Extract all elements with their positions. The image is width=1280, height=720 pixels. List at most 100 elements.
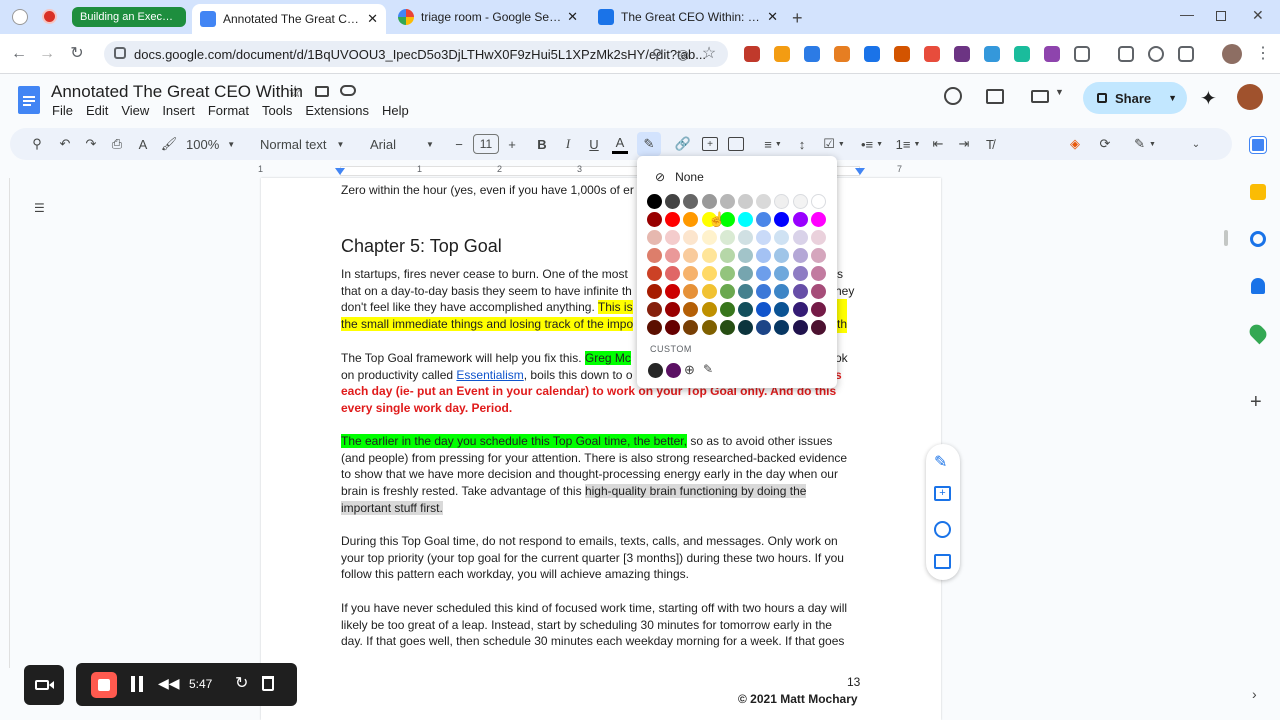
address-bar[interactable]: docs.google.com/document/d/1BqUVOOU3_Ipe…	[104, 41, 728, 67]
link-icon[interactable]	[1148, 46, 1164, 62]
contacts-icon[interactable]	[1251, 278, 1265, 294]
close-window-icon[interactable]: ✕	[1252, 7, 1264, 24]
right-indent-marker[interactable]	[855, 168, 865, 175]
color-swatch[interactable]	[738, 302, 753, 317]
insert-image-icon[interactable]	[728, 137, 744, 151]
color-swatch[interactable]	[719, 230, 735, 245]
decrease-indent-icon[interactable]: ⇤	[930, 134, 946, 154]
camera-toggle[interactable]	[24, 665, 64, 705]
font-select[interactable]: Arial ▼	[370, 134, 436, 154]
side-panel-icon[interactable]	[1178, 46, 1194, 62]
rewind-icon[interactable]: ◀◀	[158, 675, 180, 692]
menu-view[interactable]: View	[121, 103, 149, 118]
ai-assist-icon[interactable]: ⟳	[1096, 134, 1114, 154]
color-swatch[interactable]	[756, 320, 772, 335]
color-swatch[interactable]	[810, 248, 826, 263]
color-swatch[interactable]	[756, 266, 772, 281]
color-swatch[interactable]	[647, 284, 662, 299]
color-swatch[interactable]	[792, 212, 808, 227]
restart-icon[interactable]: ↻	[235, 673, 248, 693]
extension-icon[interactable]	[804, 46, 820, 62]
insert-link-icon[interactable]: 🔗	[674, 134, 692, 154]
color-swatch[interactable]	[774, 194, 790, 209]
color-swatch[interactable]	[719, 302, 735, 317]
meet-dropdown-icon[interactable]: ▼	[1055, 87, 1064, 97]
menu-edit[interactable]: Edit	[86, 103, 108, 118]
color-swatch[interactable]	[792, 230, 808, 245]
menu-file[interactable]: File	[52, 103, 73, 118]
extension-icon[interactable]	[864, 46, 880, 62]
color-swatch[interactable]	[683, 248, 699, 263]
pause-icon[interactable]	[131, 676, 143, 692]
line-spacing-icon[interactable]: ↕	[794, 134, 810, 154]
browser-menu-icon[interactable]: ⋮	[1252, 43, 1274, 65]
tab-annotated-doc[interactable]: Annotated The Great CEO With ✕	[192, 4, 386, 34]
color-swatch[interactable]	[738, 320, 753, 335]
profile-avatar[interactable]	[1222, 44, 1242, 64]
bulleted-list-icon[interactable]: •≡ ▼	[858, 134, 886, 154]
google-docs-logo-icon[interactable]	[18, 86, 40, 114]
custom-color-swatch[interactable]	[666, 363, 681, 378]
color-swatch[interactable]	[719, 248, 735, 263]
color-swatch[interactable]	[756, 284, 772, 299]
tasks-icon[interactable]	[1250, 231, 1266, 247]
comments-icon[interactable]	[986, 89, 1004, 104]
increase-indent-icon[interactable]: ⇥	[956, 134, 972, 154]
bold-icon[interactable]: B	[534, 134, 550, 154]
forward-icon[interactable]: →	[36, 43, 58, 65]
calendar-icon[interactable]	[1250, 137, 1266, 153]
color-swatch[interactable]	[665, 248, 681, 263]
get-addons-icon[interactable]: +	[1250, 391, 1262, 414]
cloud-saved-icon[interactable]	[340, 85, 356, 96]
color-swatch[interactable]	[792, 194, 808, 209]
extension-icon[interactable]	[1014, 46, 1030, 62]
account-avatar[interactable]	[1237, 84, 1263, 110]
site-info-icon[interactable]	[114, 47, 126, 59]
restore-icon[interactable]	[1216, 11, 1226, 21]
color-swatch[interactable]	[792, 248, 808, 263]
color-swatch[interactable]	[647, 266, 662, 281]
text-color-icon[interactable]: A	[612, 134, 628, 154]
tab-chapter[interactable]: The Great CEO Within: Chapter ✕	[590, 4, 786, 30]
color-swatch[interactable]	[810, 284, 826, 299]
color-swatch[interactable]	[665, 212, 681, 227]
none-option[interactable]: ⊘ None	[655, 170, 704, 184]
extension-icon[interactable]	[954, 46, 970, 62]
color-swatch[interactable]	[683, 230, 699, 245]
numbered-list-icon[interactable]: 1≡ ▼	[894, 134, 922, 154]
color-swatch[interactable]	[701, 266, 717, 281]
document-title[interactable]: Annotated The Great CEO Within	[51, 82, 303, 102]
zoom-select[interactable]: 100% ▼	[186, 134, 244, 154]
color-swatch[interactable]	[792, 284, 808, 299]
record-indicator-icon[interactable]	[12, 9, 28, 25]
reload-icon[interactable]: ↻	[66, 43, 88, 65]
close-tab-icon[interactable]: ✕	[567, 9, 578, 25]
gemini-icon[interactable]: ✦	[1200, 86, 1217, 111]
color-swatch[interactable]	[683, 194, 699, 209]
document-page[interactable]: Zero within the hour (yes, even if you h…	[261, 178, 941, 720]
color-swatch[interactable]	[774, 320, 790, 335]
help-me-write-icon[interactable]: ✎	[934, 452, 947, 472]
checklist-icon[interactable]: ☑ ▼	[820, 134, 848, 154]
extension-icon[interactable]	[744, 46, 760, 62]
version-history-icon[interactable]	[944, 87, 962, 105]
extension-icon[interactable]	[984, 46, 1000, 62]
color-swatch[interactable]	[647, 194, 662, 209]
color-swatch[interactable]	[756, 302, 772, 317]
clear-formatting-icon[interactable]: T̸	[982, 134, 998, 154]
color-swatch[interactable]	[738, 212, 753, 227]
tab-google-search[interactable]: triage room - Google Search ✕	[390, 4, 586, 30]
highlight-color-icon[interactable]: ✎	[637, 132, 661, 156]
custom-color-swatch[interactable]	[648, 363, 663, 378]
color-swatch[interactable]	[756, 212, 772, 227]
color-swatch[interactable]	[647, 302, 662, 317]
color-swatch[interactable]	[665, 284, 681, 299]
color-swatch[interactable]	[810, 320, 826, 335]
new-tab-icon[interactable]: +	[792, 8, 803, 29]
italic-icon[interactable]: I	[560, 134, 576, 154]
extension-icon[interactable]	[834, 46, 850, 62]
share-button[interactable]: Share ▼	[1083, 82, 1187, 114]
scrollbar-thumb[interactable]	[1224, 230, 1228, 246]
color-swatch[interactable]	[792, 320, 808, 335]
color-swatch[interactable]	[683, 212, 699, 227]
